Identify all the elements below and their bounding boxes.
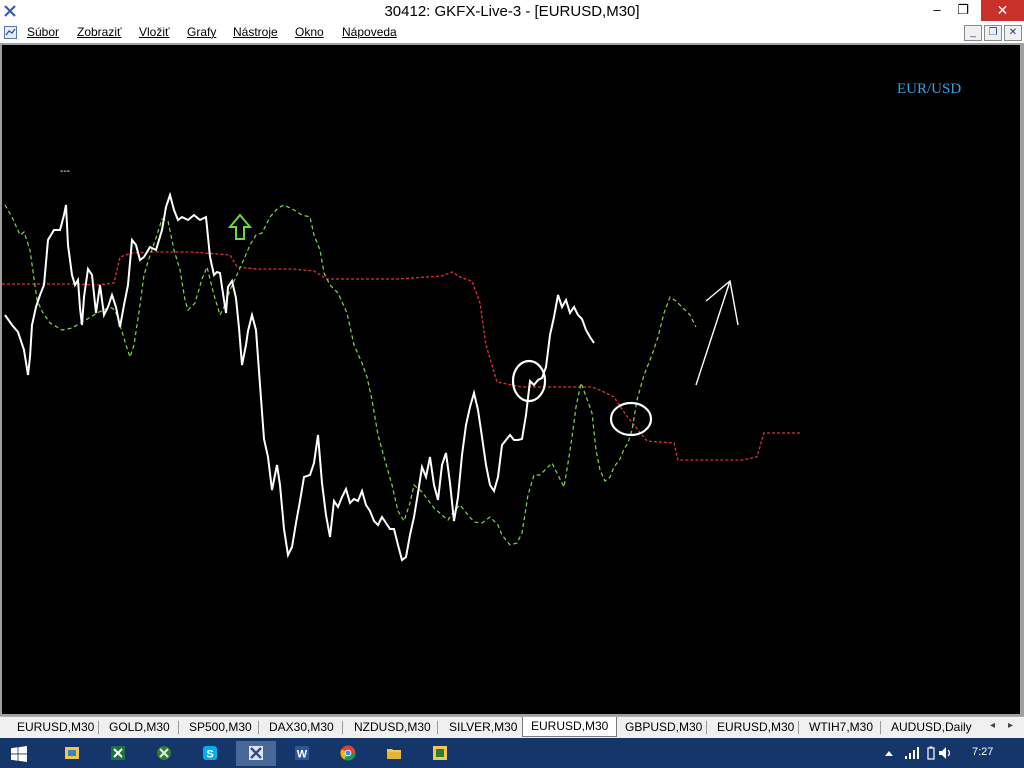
chart-tab-bar: EURUSD,M30 GOLD,M30 SP500,M30 DAX30,M30 …	[0, 716, 1024, 739]
excel-icon	[111, 746, 125, 760]
chart-marker-text: ---	[60, 166, 70, 177]
lagging-line	[4, 204, 697, 546]
menu-nastroje[interactable]: Nástroje	[233, 25, 278, 39]
tab-separator	[437, 721, 438, 734]
window-title: 30412: GKFX-Live-3 - [EURUSD,M30]	[384, 3, 640, 20]
taskbar-metatrader[interactable]	[236, 741, 276, 766]
tabs-scroll-left-icon[interactable]: ◂	[990, 720, 995, 731]
tab-audusd-daily[interactable]: AUDUSD,Daily	[891, 718, 972, 736]
chrome-icon	[340, 745, 356, 761]
tab-separator	[798, 721, 799, 734]
menu-zobrazit[interactable]: Zobraziť	[77, 25, 122, 39]
volume-icon[interactable]	[938, 746, 952, 760]
skype-icon: S	[203, 746, 217, 761]
tab-separator	[342, 721, 343, 734]
tab-dax30-m30[interactable]: DAX30,M30	[269, 718, 334, 736]
taskbar-clock[interactable]: 7:27	[972, 746, 993, 758]
mdi-minimize-button[interactable]: _	[964, 25, 982, 41]
hand-drawn-arrow-icon	[695, 279, 739, 386]
menu-subor[interactable]: Súbor	[27, 25, 59, 39]
tab-separator	[98, 721, 99, 734]
word-icon: W	[295, 746, 309, 761]
menu-vlozit[interactable]: Vložiť	[139, 25, 170, 39]
menu-bar: Súbor Zobraziť Vložiť Grafy Nástroje Okn…	[0, 23, 1024, 43]
tab-eurusd-m30-3[interactable]: EURUSD,M30	[717, 718, 794, 736]
windows-taskbar: S W 7:27	[0, 738, 1024, 768]
tabs-scroll-right-icon[interactable]: ▸	[1008, 720, 1013, 731]
taskbar-folder-app[interactable]	[52, 741, 92, 766]
taskbar-word[interactable]: W	[282, 741, 322, 766]
chart-canvas	[2, 191, 802, 562]
menu-napoveda[interactable]: Nápoveda	[342, 25, 397, 39]
taskbar-excel[interactable]	[98, 741, 138, 766]
taskbar-trading-app[interactable]	[420, 741, 460, 766]
file-explorer-icon	[387, 749, 401, 759]
taskbar-chrome[interactable]	[328, 741, 368, 766]
tab-separator	[880, 721, 881, 734]
trading-app-icon	[433, 746, 447, 760]
tab-separator	[178, 721, 179, 734]
battery-icon[interactable]	[926, 746, 936, 760]
mdi-restore-button[interactable]: ❐	[984, 25, 1002, 41]
price-chart[interactable]: --- EUR/USD	[2, 45, 1020, 714]
tab-wtih7-m30[interactable]: WTIH7,M30	[809, 718, 873, 736]
tab-sp500-m30[interactable]: SP500,M30	[189, 718, 252, 736]
tab-separator	[258, 721, 259, 734]
xbox-icon	[157, 746, 171, 760]
tab-gold-m30[interactable]: GOLD,M30	[109, 718, 170, 736]
mdi-close-button[interactable]: ✕	[1004, 25, 1022, 41]
windows-logo-icon	[11, 746, 27, 762]
cloud-line	[2, 251, 802, 461]
tab-separator	[706, 721, 707, 734]
symbol-label: EUR/USD	[897, 81, 962, 97]
close-button[interactable]: ✕	[981, 0, 1024, 21]
tab-gbpusd-m30[interactable]: GBPUSD,M30	[625, 718, 702, 736]
taskbar-xbox[interactable]	[144, 741, 184, 766]
circle-annotation-2	[609, 401, 653, 437]
svg-text:S: S	[206, 749, 213, 761]
folder-app-icon	[65, 747, 79, 759]
tab-eurusd-m30-active[interactable]: EURUSD,M30	[522, 717, 618, 737]
tab-nzdusd-m30[interactable]: NZDUSD,M30	[354, 718, 431, 736]
svg-text:W: W	[297, 749, 308, 761]
up-arrow-marker-icon	[227, 213, 253, 240]
taskbar-skype[interactable]: S	[190, 741, 230, 766]
price-line	[4, 191, 595, 562]
tab-silver-m30[interactable]: SILVER,M30	[449, 718, 517, 736]
menu-okno[interactable]: Okno	[295, 25, 324, 39]
mdi-controls: _ ❐ ✕	[964, 25, 1022, 41]
tray-expand-icon[interactable]	[884, 749, 894, 757]
network-signal-icon[interactable]	[904, 746, 920, 760]
start-button[interactable]	[0, 741, 40, 766]
taskbar-file-explorer[interactable]	[374, 741, 414, 766]
tab-eurusd-m30-1[interactable]: EURUSD,M30	[17, 718, 94, 736]
minimize-button[interactable]: –	[924, 0, 950, 21]
maximize-button[interactable]: ❐	[950, 0, 976, 21]
title-bar: 30412: GKFX-Live-3 - [EURUSD,M30] – ❐ ✕	[0, 0, 1024, 23]
chart-window-icon[interactable]	[4, 26, 17, 39]
metatrader-icon	[249, 746, 263, 760]
chart-frame: --- EUR/USD	[0, 43, 1024, 716]
menu-grafy[interactable]: Grafy	[187, 25, 216, 39]
